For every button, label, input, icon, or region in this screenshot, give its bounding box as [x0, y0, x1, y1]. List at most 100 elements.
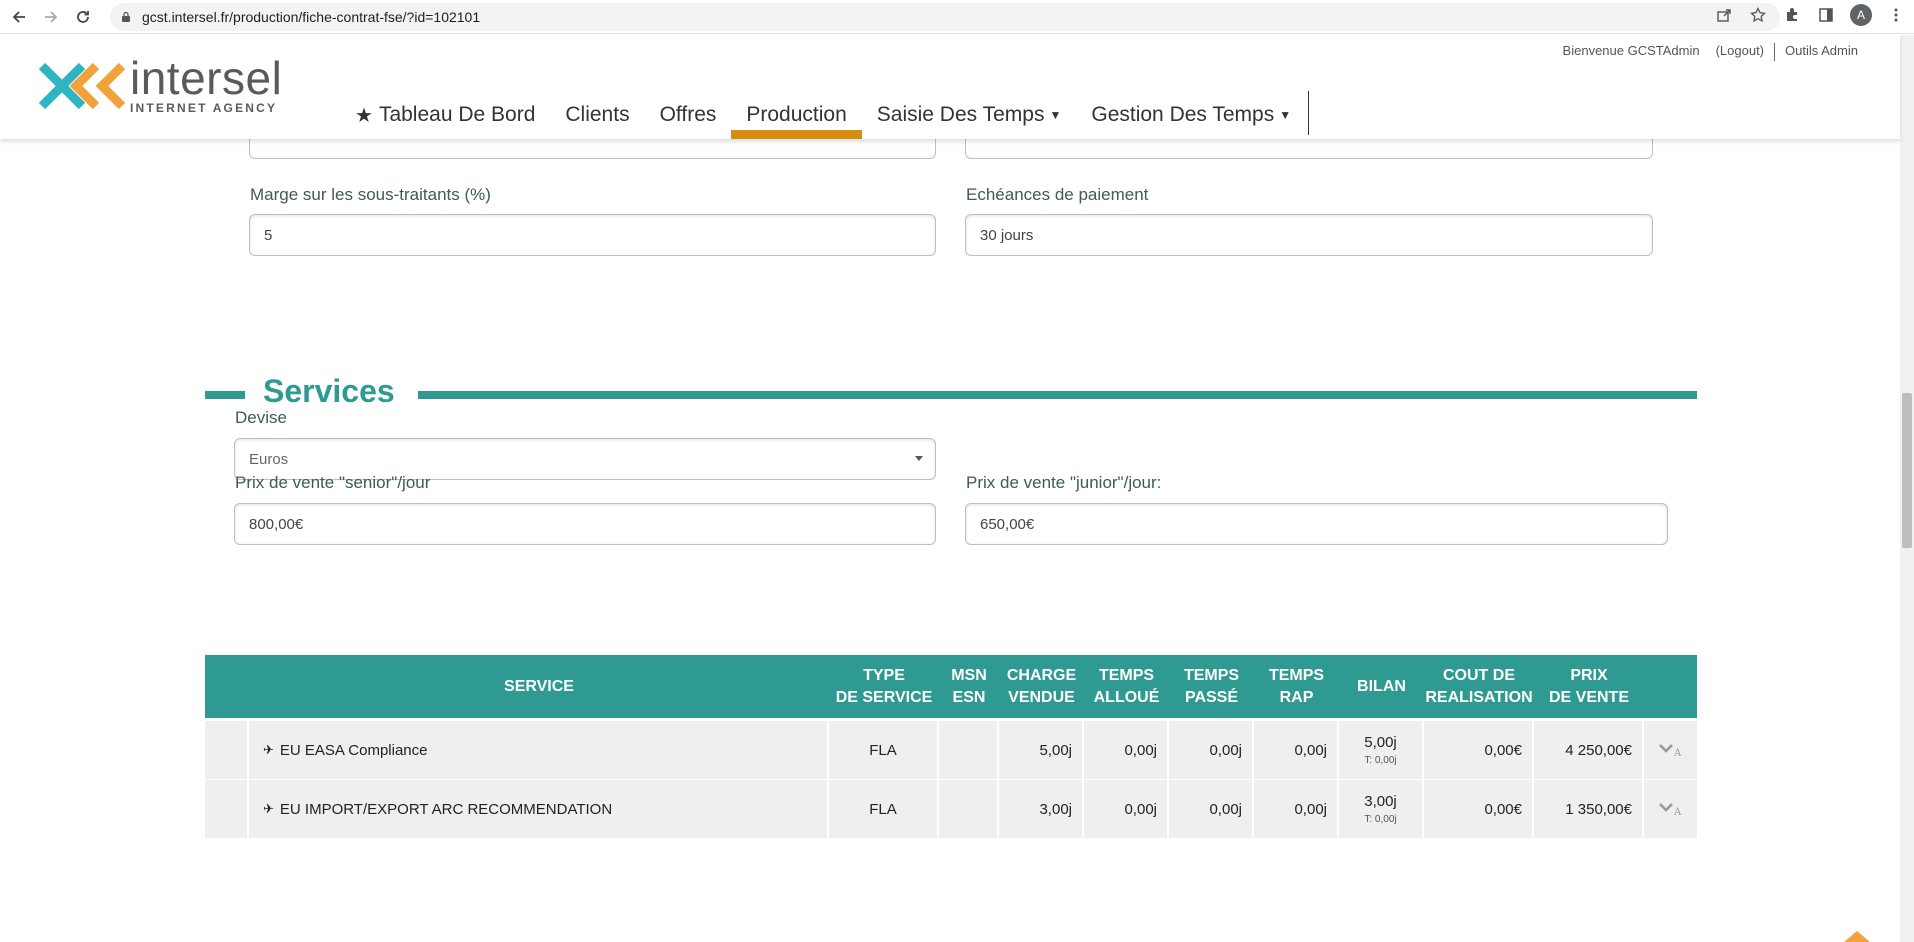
nav-clients[interactable]: Clients [550, 91, 644, 139]
plane-icon: ✈ [263, 742, 274, 757]
th-passe-line1: TEMPS [1183, 666, 1240, 684]
plane-icon: ✈ [263, 801, 274, 816]
th-msn-line1: MSN [951, 666, 987, 684]
row-alloue: 0,00j [1084, 721, 1169, 779]
expand-chevron-icon[interactable]: A [1644, 780, 1697, 838]
nav-saisie-label: Saisie Des Temps [876, 103, 1045, 126]
row-bilan-sub: T: 0,00j [1364, 755, 1397, 766]
row-charge: 5,00j [999, 721, 1084, 779]
svg-text:A: A [1673, 748, 1682, 758]
star-icon: ★ [355, 104, 373, 127]
row-cout: 0,00€ [1424, 780, 1534, 838]
sidepanel-icon[interactable] [1816, 5, 1836, 25]
row-prix: 1 350,00€ [1534, 780, 1644, 838]
th-bilan: BILAN [1357, 677, 1406, 695]
share-icon[interactable] [1714, 5, 1734, 25]
th-charge-line2: VENDUE [1008, 688, 1075, 706]
expand-chevron-icon[interactable]: A [1644, 721, 1697, 779]
browser-menu-icon[interactable] [1886, 5, 1906, 25]
row-type: FLA [829, 721, 939, 779]
nav-dashboard[interactable]: ★ Tableau De Bord [340, 91, 550, 139]
section-line-left [205, 391, 245, 399]
nav-gestion-des-temps[interactable]: Gestion Des Temps ▼ [1076, 91, 1306, 139]
link-divider [1774, 43, 1776, 61]
row-charge: 3,00j [999, 780, 1084, 838]
th-cout-line2: REALISATION [1425, 688, 1533, 706]
row-msn [939, 780, 999, 838]
th-alloue: TEMPS ALLOUÉ [1084, 655, 1169, 718]
th-passe-line2: PASSÉ [1184, 688, 1239, 706]
logo-name: intersel [130, 52, 283, 104]
table-row[interactable]: ✈ EU IMPORT/EXPORT ARC RECOMMENDATION FL… [205, 780, 1697, 838]
junior-price-input[interactable]: 650,00€ [965, 503, 1668, 545]
th-alloue-line2: ALLOUÉ [1093, 688, 1160, 706]
row-type: FLA [829, 780, 939, 838]
th-cout: COUT DE REALISATION [1424, 655, 1534, 718]
row-service-name: EU EASA Compliance [279, 741, 428, 759]
lock-icon [122, 11, 130, 22]
nav-saisie-des-temps[interactable]: Saisie Des Temps ▼ [862, 91, 1077, 139]
nav-dashboard-label: Tableau De Bord [378, 103, 536, 126]
back-icon[interactable] [6, 4, 32, 30]
row-bilan-value: 3,00j [1364, 793, 1397, 810]
page-scrollbar[interactable] [1900, 35, 1914, 942]
th-rap: TEMPS RAP [1254, 655, 1339, 718]
margin-input[interactable]: 5 [249, 214, 936, 256]
payment-label: Echéances de paiement [966, 185, 1149, 204]
margin-label: Marge sur les sous-traitants (%) [250, 185, 491, 204]
row-prix: 4 250,00€ [1534, 721, 1644, 779]
section-line-right [418, 391, 1697, 399]
nav-gestion-label: Gestion Des Temps [1091, 103, 1275, 126]
row-rap: 0,00j [1254, 721, 1339, 779]
junior-price-label: Prix de vente "junior"/jour: [966, 473, 1162, 492]
logout-link[interactable]: (Logout) [1708, 43, 1772, 61]
scrollbar-thumb[interactable] [1902, 393, 1912, 548]
row-bilan-value: 5,00j [1364, 734, 1397, 751]
profile-avatar[interactable]: A [1850, 4, 1872, 26]
bookmark-star-icon[interactable] [1748, 5, 1768, 25]
site-header: intersel INTERNET AGENCY Bienvenue GCSTA… [0, 35, 1900, 139]
row-bilan: 3,00j T: 0,00j [1339, 780, 1424, 838]
select-caret-icon [915, 456, 923, 461]
address-bar[interactable]: gcst.intersel.fr/production/fiche-contra… [110, 3, 1780, 31]
row-msn [939, 721, 999, 779]
th-passe: TEMPS PASSÉ [1169, 655, 1254, 718]
th-msn-line2: ESN [952, 688, 986, 706]
th-cout-line1: COUT DE [1443, 666, 1515, 684]
payment-input[interactable]: 30 jours [965, 214, 1653, 256]
th-rap-line2: RAP [1279, 688, 1314, 706]
hidden-input-right[interactable] [965, 139, 1653, 159]
th-type-line1: TYPE [863, 666, 905, 684]
reload-icon[interactable] [70, 4, 96, 30]
senior-price-input[interactable]: 800,00€ [234, 503, 936, 545]
nav-divider [1308, 91, 1310, 135]
nav-production[interactable]: Production [731, 91, 863, 139]
browser-toolbar: gcst.intersel.fr/production/fiche-contra… [0, 0, 1914, 34]
back-to-top-icon[interactable] [1842, 929, 1872, 942]
devise-value: Euros [249, 450, 289, 468]
intersel-logo[interactable]: intersel INTERNET AGENCY [38, 52, 283, 115]
th-type-line2: DE SERVICE [835, 688, 933, 706]
row-bilan: 5,00j T: 0,00j [1339, 721, 1424, 779]
forward-icon[interactable] [38, 4, 64, 30]
row-service-cell: ✈ EU EASA Compliance [249, 721, 829, 779]
senior-price-label: Prix de vente "senior"/jour [235, 473, 431, 492]
th-rap-line1: TEMPS [1268, 666, 1325, 684]
th-prix-line1: PRIX [1570, 666, 1608, 684]
url-text: gcst.intersel.fr/production/fiche-contra… [142, 9, 481, 25]
row-bilan-sub: T: 0,00j [1364, 814, 1397, 825]
th-charge-line1: CHARGE [1006, 666, 1077, 684]
table-row[interactable]: ✈ EU EASA Compliance FLA 5,00j 0,00j 0,0… [205, 721, 1697, 779]
row-service-cell: ✈ EU IMPORT/EXPORT ARC RECOMMENDATION [249, 780, 829, 838]
services-title: Services [263, 373, 395, 409]
admin-tools-link[interactable]: Outils Admin [1777, 43, 1866, 61]
caret-down-icon: ▼ [1049, 108, 1062, 122]
logo-subtitle: INTERNET AGENCY [130, 101, 278, 115]
hidden-input-left[interactable] [249, 139, 936, 159]
th-alloue-line1: TEMPS [1098, 666, 1155, 684]
row-handle[interactable] [205, 780, 249, 838]
nav-offres[interactable]: Offres [645, 91, 732, 139]
extensions-icon[interactable] [1782, 5, 1802, 25]
row-handle[interactable] [205, 721, 249, 779]
svg-text:A: A [1673, 807, 1682, 817]
